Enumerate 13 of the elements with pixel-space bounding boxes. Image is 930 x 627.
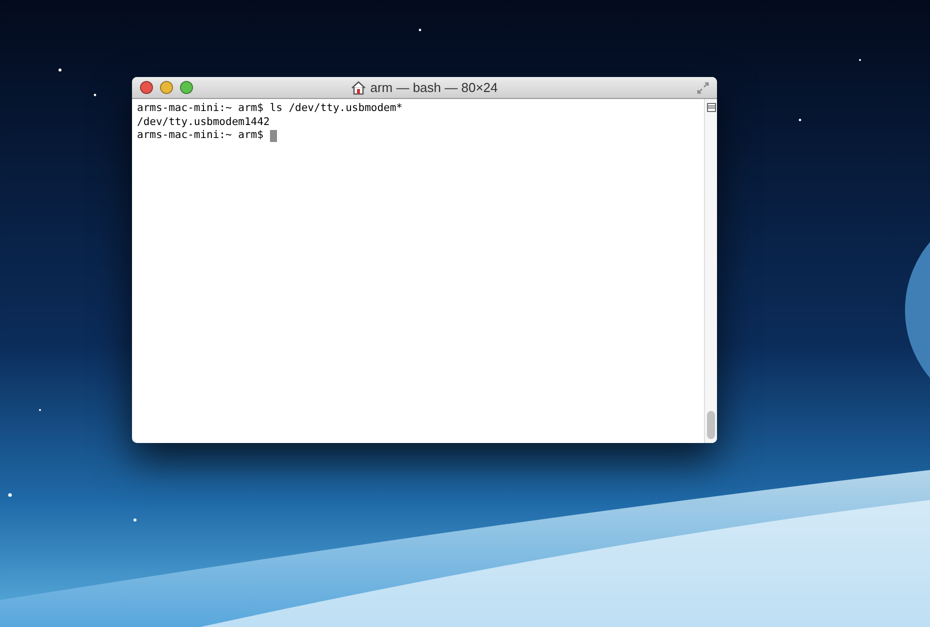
terminal-line: arms-mac-mini:~ arm$ ls /dev/tty.usbmodem* [137,102,403,116]
close-button[interactable] [140,81,153,94]
minimize-button[interactable] [160,81,173,94]
split-pane-icon[interactable] [706,103,716,112]
terminal-line: /dev/tty.usbmodem1442 [137,116,270,129]
scrollbar[interactable] [704,99,717,443]
scrollbar-thumb[interactable] [707,411,715,439]
fullscreen-icon[interactable] [697,82,709,94]
terminal-output[interactable]: arms-mac-mini:~ arm$ ls /dev/tty.usbmodem* /dev/tty.usbmodem1442 arms-mac-mini:~ arm$ [132,99,704,443]
terminal-line: arms-mac-mini:~ arm$ [137,129,264,142]
house-icon [351,81,366,95]
zoom-button[interactable] [180,81,193,94]
window-title: arm — bash — 80×24 [370,80,498,96]
